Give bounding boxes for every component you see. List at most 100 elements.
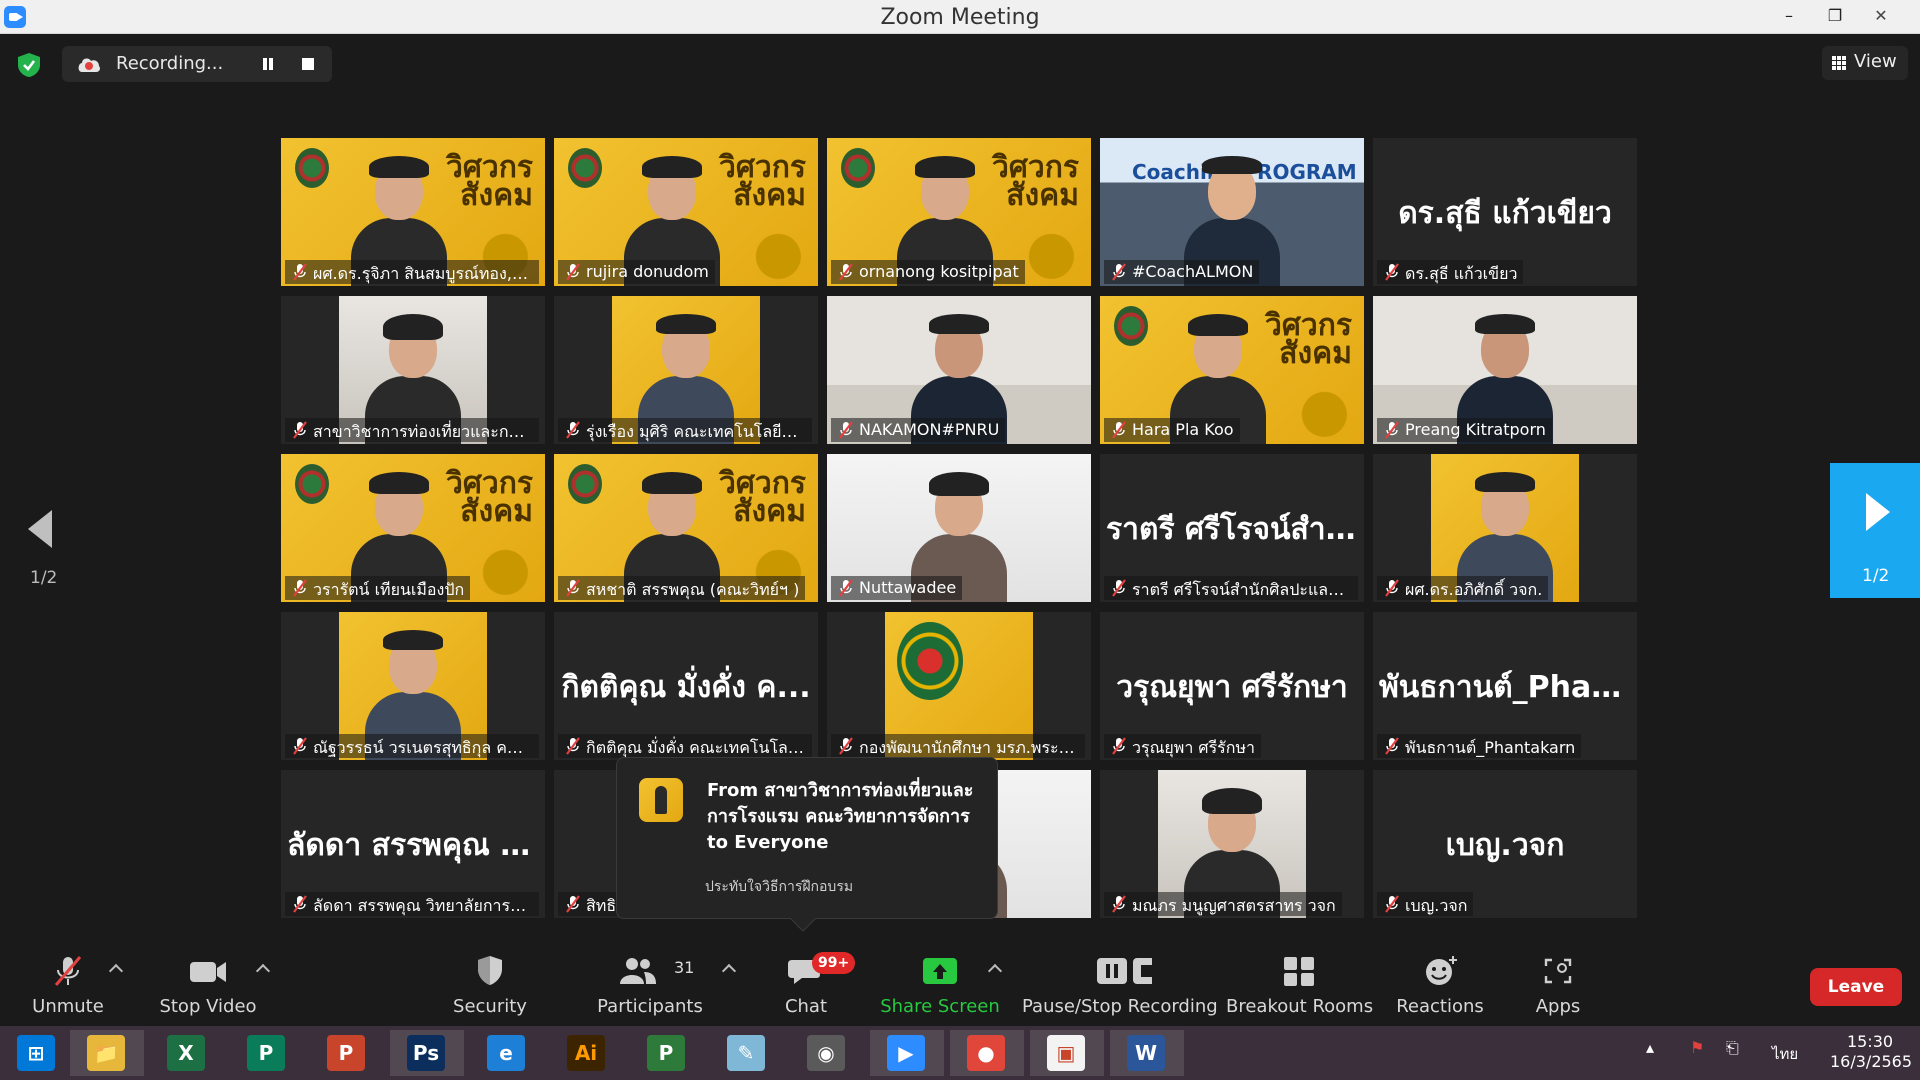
taskbar-publisher[interactable]: P [230, 1030, 304, 1076]
taskbar-project[interactable]: P [630, 1030, 704, 1076]
participants-options-caret[interactable] [721, 963, 737, 979]
participant-tile[interactable]: Preang Kitratporn [1373, 296, 1637, 444]
zoom-icon: ▶ [887, 1035, 925, 1071]
participant-tile[interactable]: กองพัฒนานักศึกษา มรภ.พระนคร [827, 612, 1091, 760]
participant-name: กองพัฒนานักศึกษา มรภ.พระนคร [859, 738, 1085, 757]
action-center-flag-icon[interactable]: ⚑ [1690, 1038, 1704, 1057]
tray-overflow-chevron-icon[interactable]: ▴ [1646, 1038, 1654, 1057]
security-button[interactable]: Security [440, 940, 540, 1026]
apps-button[interactable]: Apps [1518, 940, 1598, 1026]
participant-tile[interactable]: ลัดดา สรรพคุณ วิ... ลัดดา สรรพคุณ วิทยาลั… [281, 770, 545, 918]
leave-button[interactable]: Leave [1810, 968, 1902, 1006]
encryption-shield-icon[interactable] [16, 52, 42, 78]
participant-tile[interactable]: ราตรี ศรีโรจน์สำ... ราตรี ศรีโรจน์สำนักศิ… [1100, 454, 1364, 602]
participant-tile[interactable]: ผศ.ดร.อภิศักดิ์ วจก. [1373, 454, 1637, 602]
participant-tile[interactable]: Coaching PROGRAM #CoachALMON [1100, 138, 1364, 286]
internet-explorer-icon: e [487, 1035, 525, 1071]
taskbar-chrome[interactable]: ● [950, 1030, 1024, 1076]
taskbar-zoom[interactable]: ▶ [870, 1030, 944, 1076]
page-indicator-right: 1/2 [1862, 566, 1890, 586]
taskbar-photoscape[interactable]: ◉ [790, 1030, 864, 1076]
window-title: Zoom Meeting [880, 5, 1040, 30]
participant-tile[interactable]: เบญ.วจก เบญ.วจก [1373, 770, 1637, 918]
participant-tile[interactable]: ดร.สุธี แก้วเขียว ดร.สุธี แก้วเขียว [1373, 138, 1637, 286]
close-button[interactable]: ✕ [1858, 0, 1904, 34]
participant-tile[interactable]: พันธกานต์_Phant... พันธกานต์_Phantakarn [1373, 612, 1637, 760]
participant-name: ราตรี ศรีโรจน์สำนักศิลปะและวั... [1132, 580, 1358, 599]
participant-name: ณัฐวรรธน์ วรเนตรสุทธิกุล คณะ... [313, 738, 539, 757]
participant-tile[interactable]: วิศวกร สังคม rujira donudom [554, 138, 818, 286]
publisher-icon: P [247, 1035, 285, 1071]
taskbar-word[interactable]: W [1110, 1030, 1184, 1076]
taskbar-windows-start[interactable]: ⊞ [0, 1030, 74, 1076]
participant-name-label: วรุณยุพา ศรีรักษา [1104, 734, 1261, 758]
taskbar-powerpoint[interactable]: P [310, 1030, 384, 1076]
participant-name-label: #CoachALMON [1104, 260, 1260, 284]
participant-tile[interactable]: กิตติคุณ มั่งคั่ง ค... กิตติคุณ มั่งคั่ง … [554, 612, 818, 760]
taskbar-paint[interactable]: ▣ [1030, 1030, 1104, 1076]
pause-stop-recording-button[interactable]: Pause/Stop Recording [1022, 940, 1218, 1026]
previous-page-arrow[interactable] [24, 506, 54, 552]
microphone-muted-icon [566, 263, 580, 281]
participant-tile[interactable]: Nuttawadee [827, 454, 1091, 602]
microphone-muted-icon [1385, 421, 1399, 439]
view-button[interactable]: View [1822, 46, 1908, 80]
brand-logo: วิศวกร สังคม [718, 466, 806, 529]
breakout-rooms-button[interactable]: Breakout Rooms [1226, 940, 1373, 1026]
network-icon[interactable]: ⎗ [1726, 1038, 1739, 1058]
pause-recording-button[interactable] [258, 54, 278, 74]
taskbar-illustrator[interactable]: Ai [550, 1030, 624, 1076]
university-seal-icon [568, 464, 602, 504]
participants-count: 31 [674, 958, 695, 977]
participant-name: rujira donudom [586, 262, 709, 281]
participant-name: สหชาติ สรรพคุณ (คณะวิทย์ฯ ) [586, 580, 800, 599]
next-page-button[interactable]: 1/2 [1830, 463, 1920, 598]
security-shield-icon [478, 956, 502, 985]
stop-recording-button[interactable] [298, 54, 318, 74]
participant-tile[interactable]: วิศวกร สังคมสหชาติ สรรพคุณ (คณะวิทย์ฯ ) [554, 454, 818, 602]
participant-tile[interactable]: วิศวกร สังคม วรารัตน์ เทียนเมืองปัก [281, 454, 545, 602]
taskbar-excel[interactable]: X [150, 1030, 224, 1076]
breakout-rooms-icon [1284, 957, 1314, 986]
participant-tile[interactable]: วิศวกร สังคม ผศ.ดร.รุจิภา สินสมบูรณ์ทอง, จ… [281, 138, 545, 286]
participant-name: วรุณยุพา ศรีรักษา [1132, 738, 1255, 757]
participant-name-label: Hara Pla Koo [1104, 418, 1240, 442]
participant-tile[interactable]: สาขาวิชาการท่องเที่ยวและการโร... [281, 296, 545, 444]
restore-button[interactable]: ❐ [1812, 0, 1858, 34]
unmute-button[interactable]: Unmute [18, 940, 118, 1026]
participant-tile[interactable]: ณัฐวรรธน์ วรเนตรสุทธิกุล คณะ... [281, 612, 545, 760]
recording-status: Recording... [116, 53, 224, 74]
apps-icon [1544, 958, 1572, 984]
chat-button[interactable]: 99+ Chat [766, 940, 856, 1026]
participant-name: ผศ.ดร.อภิศักดิ์ วจก. [1405, 580, 1543, 599]
taskbar-internet-explorer[interactable]: e [470, 1030, 544, 1076]
participant-tile[interactable]: วิศวกร สังคม ornanong kositpipat [827, 138, 1091, 286]
participants-button[interactable]: 31 Participants [592, 940, 708, 1026]
stop-video-button[interactable]: Stop Video [150, 940, 266, 1026]
participant-display-name: ดร.สุธี แก้วเขียว [1398, 196, 1612, 231]
participant-name: ดร.สุธี แก้วเขียว [1405, 264, 1518, 283]
participant-name-label: ดร.สุธี แก้วเขียว [1377, 260, 1524, 284]
chat-preview-popup[interactable]: From สาขาวิชาการท่องเที่ยวและการโรงแรม ค… [616, 757, 998, 932]
participant-tile[interactable]: รุ่งเรือง มุศิริ คณะเทคโนโลยีอุตส... [554, 296, 818, 444]
microphone-muted-icon [566, 737, 580, 755]
participant-tile[interactable]: วิศวกร สังคม Hara Pla Koo [1100, 296, 1364, 444]
university-seal-icon [295, 148, 329, 188]
share-screen-button[interactable]: Share Screen [878, 940, 1002, 1026]
taskbar-file-explorer[interactable]: 📁 [70, 1030, 144, 1076]
microphone-muted-icon [566, 421, 580, 439]
language-indicator[interactable]: ไทย [1772, 1042, 1798, 1066]
participant-tile[interactable]: มณภร มนูญศาสตรสาทร วจก [1100, 770, 1364, 918]
taskbar-clock[interactable]: 15:30 16/3/2565 [1830, 1032, 1912, 1072]
brand-logo: วิศวกร สังคม [1264, 308, 1352, 371]
sender-avatar [639, 778, 683, 822]
participant-name: สิทธิ [586, 896, 617, 915]
brand-logo: วิศวกร สังคม [445, 466, 533, 529]
participant-tile[interactable]: NAKAMON#PNRU [827, 296, 1091, 444]
taskbar-notepad[interactable]: ✎ [710, 1030, 784, 1076]
participant-name-label: ผศ.ดร.อภิศักดิ์ วจก. [1377, 576, 1549, 600]
reactions-button[interactable]: Reactions [1390, 940, 1490, 1026]
taskbar-photoshop[interactable]: Ps [390, 1030, 464, 1076]
minimize-button[interactable]: – [1766, 0, 1812, 34]
participant-tile[interactable]: วรุณยุพา ศรีรักษา วรุณยุพา ศรีรักษา [1100, 612, 1364, 760]
